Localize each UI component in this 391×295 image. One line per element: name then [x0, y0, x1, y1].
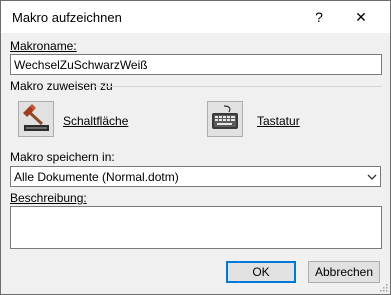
title-bar[interactable]: Makro aufzeichnen ? ✕: [1, 1, 390, 33]
dialog-title: Makro aufzeichnen: [12, 10, 122, 25]
dialog-body: Makroname: WechselZuSchwarzWeiß Makro zu…: [1, 33, 390, 294]
macro-name-input[interactable]: WechselZuSchwarzWeiß: [10, 54, 382, 75]
keyboard-icon: [212, 105, 238, 129]
ok-button[interactable]: OK: [226, 261, 296, 283]
group-divider: [95, 86, 382, 87]
chevron-down-icon[interactable]: [362, 167, 380, 186]
assign-keyboard-button[interactable]: [207, 101, 243, 137]
store-in-label: Makro speichern in:: [10, 150, 115, 164]
assign-keyboard-label: Tastatur: [257, 114, 300, 128]
help-button[interactable]: ?: [304, 5, 334, 29]
resize-grip-icon[interactable]: [378, 282, 388, 292]
description-label-text: Beschreibung:: [10, 191, 87, 205]
macro-name-label: Makroname:: [10, 39, 77, 53]
description-textarea[interactable]: [10, 206, 382, 249]
assign-button-label-text: Schaltfläche: [63, 114, 129, 128]
record-macro-dialog: Makro aufzeichnen ? ✕ Makroname: Wechsel…: [0, 0, 391, 295]
macro-name-label-text: Makroname:: [10, 39, 77, 53]
assign-keyboard-label-text: Tastatur: [257, 114, 300, 128]
close-button[interactable]: ✕: [346, 5, 376, 29]
assign-button-label: Schaltfläche: [63, 114, 128, 128]
assign-button-button[interactable]: [18, 101, 54, 137]
button-hammer-icon: [23, 104, 49, 131]
cancel-button[interactable]: Abbrechen: [308, 261, 380, 283]
description-label: Beschreibung:: [10, 191, 87, 205]
store-in-value: Alle Dokumente (Normal.dotm): [14, 170, 179, 184]
store-in-select[interactable]: Alle Dokumente (Normal.dotm): [10, 166, 381, 187]
